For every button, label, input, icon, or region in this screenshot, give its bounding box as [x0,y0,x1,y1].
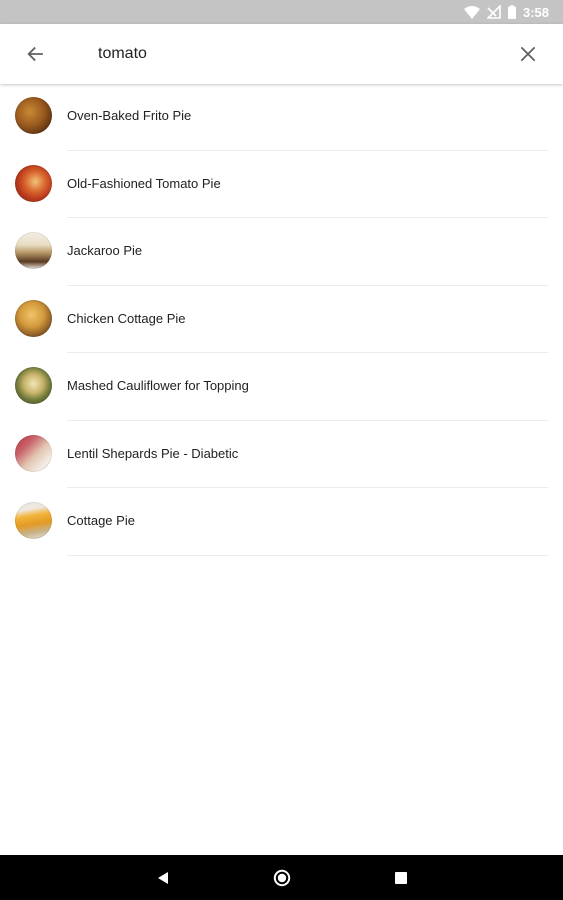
recipe-thumbnail [15,164,52,202]
result-item[interactable]: Chicken Cottage Pie [0,286,563,353]
recipe-thumbnail [15,232,52,269]
recents-square-icon [395,872,407,884]
back-button[interactable] [17,36,53,72]
nav-recents-button[interactable] [386,863,416,893]
status-time: 3:58 [522,4,549,20]
search-input[interactable] [98,38,498,70]
recipe-thumbnail [15,367,52,404]
close-icon [520,46,536,62]
arrow-left-icon [27,46,43,62]
nav-home-button[interactable] [267,863,297,893]
status-icons: 3:58 [463,4,549,20]
recipe-thumbnail [15,502,52,539]
result-item[interactable]: Lentil Shepards Pie - Diabetic [0,421,563,488]
wifi-icon [463,5,480,19]
result-item[interactable]: Oven-Baked Frito Pie [0,83,563,151]
no-signal-icon [486,5,501,19]
home-circle-icon [273,869,291,887]
result-title: Jackaroo Pie [67,243,143,258]
status-bar: 3:58 [0,0,563,24]
result-title: Chicken Cottage Pie [67,310,186,326]
clear-search-button[interactable] [510,36,546,72]
recipe-thumbnail [15,434,52,472]
result-item[interactable]: Mashed Cauliflower for Topping [0,353,563,421]
result-item[interactable]: Old-Fashioned Tomato Pie [0,151,563,218]
search-results-list: Oven-Baked Frito Pie Old-Fashioned Tomat… [0,83,563,556]
recipe-thumbnail [15,299,52,337]
result-title: Lentil Shepards Pie - Diabetic [67,445,239,461]
battery-icon [507,5,516,19]
recipe-thumbnail [15,97,52,134]
result-title: Old-Fashioned Tomato Pie [67,175,221,191]
search-bar [0,24,563,84]
back-triangle-icon [158,872,168,884]
result-title: Cottage Pie [67,513,135,528]
result-item[interactable]: Jackaroo Pie [0,218,563,286]
nav-back-button[interactable] [148,863,178,893]
result-title: Mashed Cauliflower for Topping [67,378,249,393]
result-title: Oven-Baked Frito Pie [67,108,192,123]
divider [67,554,548,556]
result-item[interactable]: Cottage Pie [0,488,563,556]
navigation-bar [0,855,563,900]
